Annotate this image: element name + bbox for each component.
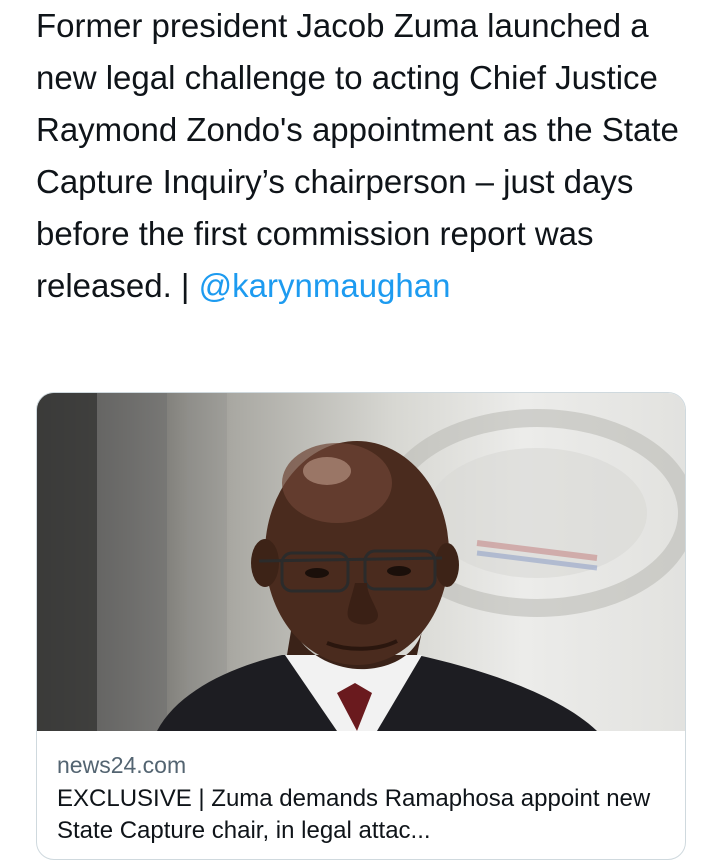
card-meta: news24.com EXCLUSIVE | Zuma demands Rama…: [57, 745, 667, 847]
link-preview-card[interactable]: news24.com EXCLUSIVE | Zuma demands Rama…: [36, 392, 686, 860]
tweet-body: Former president Jacob Zuma launched a n…: [36, 7, 679, 304]
card-headline[interactable]: EXCLUSIVE | Zuma demands Ramaphosa appoi…: [57, 783, 667, 847]
tweet-text: Former president Jacob Zuma launched a n…: [36, 0, 696, 312]
portrait-illustration: [37, 393, 685, 731]
mention-link[interactable]: @karynmaughan: [199, 267, 451, 304]
card-domain: news24.com: [57, 752, 187, 778]
card-image[interactable]: [37, 393, 685, 731]
